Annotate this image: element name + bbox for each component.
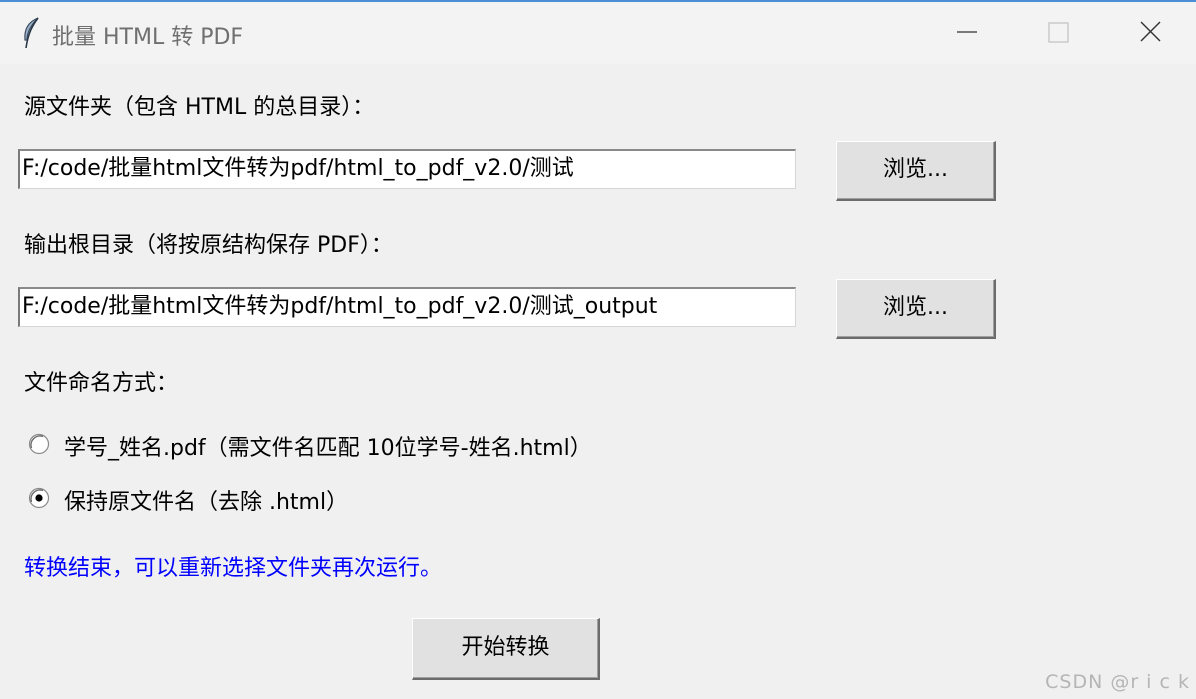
output-folder-label: 输出根目录（将按原结构保存 PDF）： [24, 233, 393, 258]
minimize-button[interactable] [920, 2, 1012, 64]
output-browse-button[interactable]: 浏览... [836, 279, 996, 339]
feather-icon [24, 17, 39, 49]
radio-label-student-id: 学号_姓名.pdf（需文件名匹配 10位学号-姓名.html） [64, 436, 592, 461]
radio-option-keep-name[interactable]: 保持原文件名（去除 .html） [28, 484, 728, 515]
maximize-button[interactable] [1012, 2, 1104, 64]
status-message: 转换结束，可以重新选择文件夹再次运行。 [24, 556, 443, 581]
source-folder-label: 源文件夹（包含 HTML 的总目录）： [24, 95, 375, 120]
window-title: 批量 HTML 转 PDF [52, 25, 244, 50]
app-window: 批量 HTML 转 PDF 源文件夹（包含 HTML 的总目录）： F:/cod… [0, 0, 1196, 699]
close-button[interactable] [1104, 2, 1196, 64]
radio-label-keep-name: 保持原文件名（去除 .html） [64, 490, 349, 515]
minimize-icon [957, 31, 977, 33]
radio-checked-icon[interactable] [28, 487, 50, 509]
source-folder-input[interactable]: F:/code/批量html文件转为pdf/html_to_pdf_v2.0/测… [18, 149, 796, 189]
close-icon [1140, 21, 1161, 42]
radio-option-student-id[interactable]: 学号_姓名.pdf（需文件名匹配 10位学号-姓名.html） [28, 430, 728, 461]
radio-unchecked-icon[interactable] [28, 433, 50, 455]
maximize-icon [1048, 22, 1069, 43]
source-browse-button[interactable]: 浏览... [836, 141, 996, 201]
naming-mode-label: 文件命名方式： [24, 371, 179, 396]
start-convert-button[interactable]: 开始转换 [412, 618, 600, 680]
watermark: CSDN @r i c k [1045, 671, 1190, 693]
output-folder-input[interactable]: F:/code/批量html文件转为pdf/html_to_pdf_v2.0/测… [18, 287, 796, 327]
